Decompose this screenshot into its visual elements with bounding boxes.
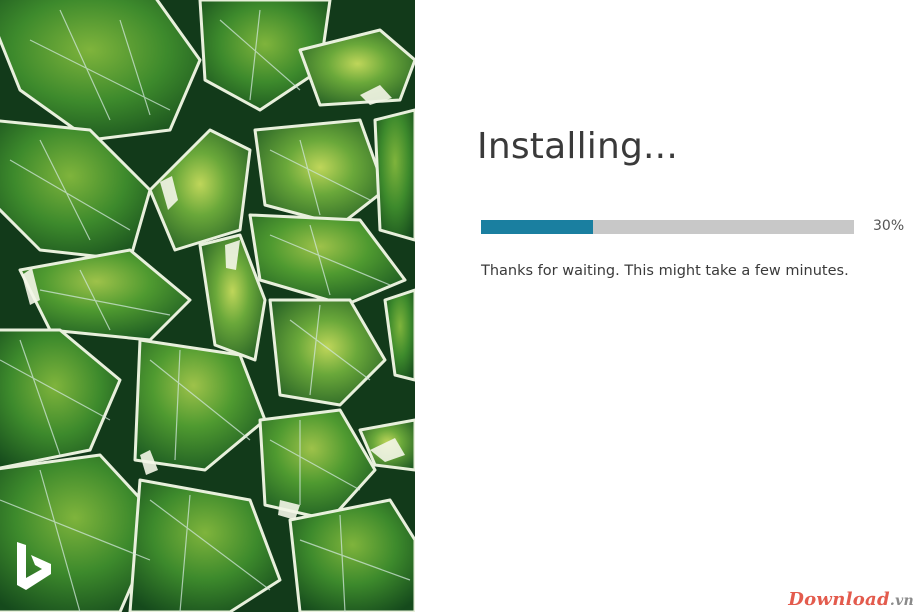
succulent-leaves-photo — [0, 0, 415, 612]
install-progress-pane: Installing... 30% Thanks for waiting. Th… — [415, 0, 922, 612]
watermark-suffix: .vn — [889, 593, 914, 609]
progress-percent-label: 30% — [873, 218, 905, 234]
progress-bar-fill — [481, 220, 593, 234]
hero-image-pane — [0, 0, 415, 612]
progress-bar — [481, 220, 854, 234]
bing-icon — [17, 542, 51, 590]
status-message: Thanks for waiting. This might take a fe… — [481, 263, 849, 279]
watermark-logo: Download.vn — [788, 589, 914, 610]
page-title: Installing... — [477, 126, 678, 167]
installer-window: Installing... 30% Thanks for waiting. Th… — [0, 0, 922, 612]
watermark-brand: Download — [788, 589, 890, 610]
